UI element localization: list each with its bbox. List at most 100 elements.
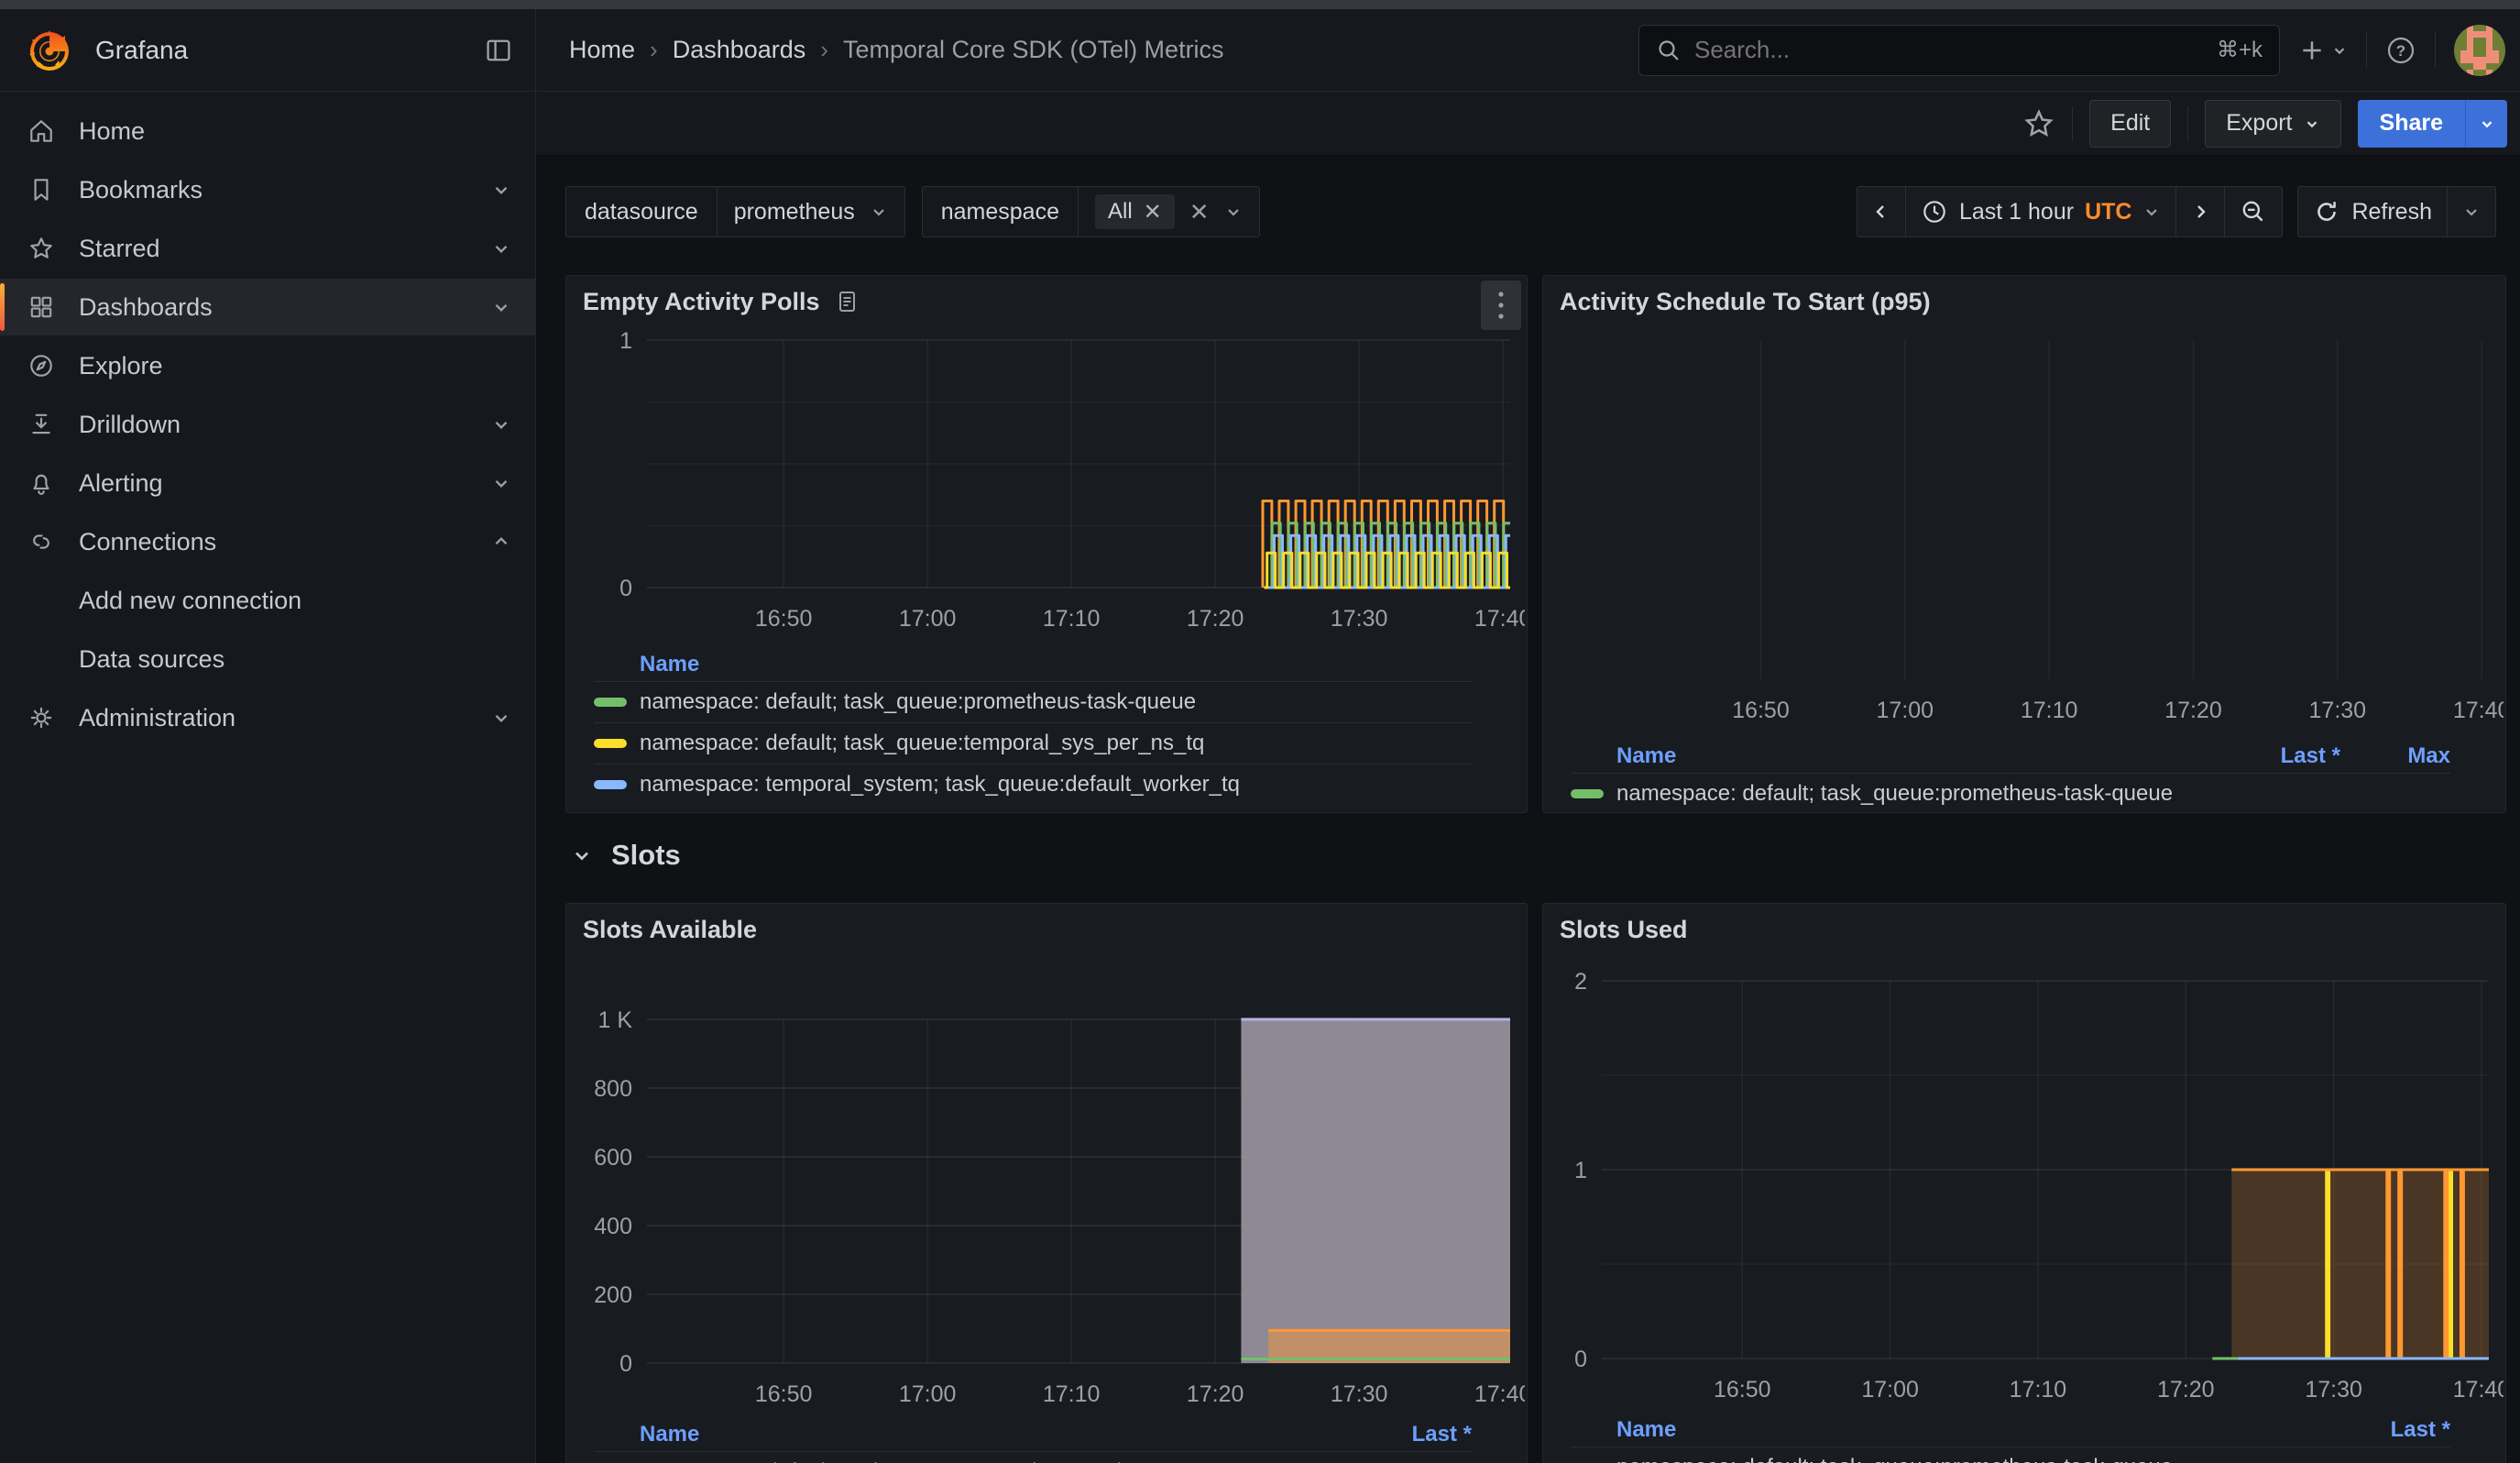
clear-all-icon[interactable]: ✕ <box>1189 198 1210 226</box>
chevron-down-icon[interactable] <box>491 708 511 728</box>
panel-legend: NameLast * namespace: default; task_queue… <box>566 1418 1527 1463</box>
svg-text:17:30: 17:30 <box>2305 1377 2362 1402</box>
sidebar-item-add-new-connection[interactable]: Add new connection <box>0 572 535 629</box>
kebab-menu-icon <box>1496 290 1506 321</box>
timeseries-chart[interactable]: 16:5017:0017:1017:2017:3017:40 <box>1543 327 2505 740</box>
help-icon[interactable]: ? <box>2385 35 2416 66</box>
grafana-logo[interactable] <box>24 25 75 76</box>
legend-col-name[interactable]: Name <box>640 1422 1362 1447</box>
sidebar-item-bookmarks[interactable]: Bookmarks <box>0 161 535 218</box>
legend-series-row[interactable]: namespace: default; task_queue:prometheu… <box>594 681 1472 722</box>
sidebar-item-label: Starred <box>79 235 160 263</box>
svg-text:1: 1 <box>1574 1158 1587 1183</box>
svg-text:400: 400 <box>594 1214 632 1239</box>
chevron-down-icon[interactable] <box>491 238 511 258</box>
legend-col[interactable]: Last * <box>2203 743 2340 769</box>
sidebar-item-data-sources[interactable]: Data sources <box>0 631 535 688</box>
legend-header: NameLast * <box>594 1418 1472 1451</box>
star-dashboard-icon[interactable] <box>2022 107 2055 140</box>
refresh-interval-caret[interactable] <box>2447 187 2495 236</box>
sidebar-item-label: Drilldown <box>79 411 181 439</box>
panel-description-icon[interactable] <box>835 289 860 314</box>
share-menu-caret[interactable] <box>2465 100 2507 148</box>
panel-legend: NameLast * namespace: default; task_queue… <box>1543 1414 2505 1463</box>
edit-button[interactable]: Edit <box>2089 100 2171 148</box>
svg-text:?: ? <box>2396 42 2405 60</box>
legend-col[interactable]: Last * <box>1362 1422 1472 1447</box>
chevron-down-icon[interactable] <box>491 297 511 317</box>
series-color-swatch <box>594 739 627 748</box>
add-new-button[interactable] <box>2298 37 2348 64</box>
chevron-down-icon[interactable] <box>491 414 511 434</box>
chevron-down-icon[interactable] <box>491 473 511 493</box>
panel-title[interactable]: Slots Used <box>1560 916 1688 944</box>
timeseries-chart[interactable]: 16:5017:0017:1017:2017:3017:400200400600… <box>566 955 1527 1418</box>
time-shift-forward-button[interactable] <box>2175 187 2224 236</box>
sidebar-item-dashboards[interactable]: Dashboards <box>0 279 535 336</box>
panel-menu-button[interactable] <box>1481 280 1521 330</box>
divider <box>2072 106 2073 141</box>
time-range-picker[interactable]: Last 1 hour UTC <box>1905 187 2175 236</box>
home-icon <box>27 117 55 145</box>
svg-text:16:50: 16:50 <box>755 1381 813 1407</box>
legend-series-row[interactable]: namespace: default; task_queue:prometheu… <box>1571 1446 2450 1463</box>
breadcrumb-separator: › <box>650 36 658 64</box>
datasource-variable: datasource prometheus <box>565 186 905 237</box>
user-avatar[interactable] <box>2454 25 2505 76</box>
chevron-up-icon[interactable] <box>491 532 511 552</box>
datasource-picker[interactable]: prometheus <box>717 187 904 236</box>
search-input[interactable]: ⌘+k <box>1638 25 2280 76</box>
export-button[interactable]: Export <box>2205 100 2340 148</box>
brand-name: Grafana <box>95 36 484 65</box>
legend-series-row[interactable]: namespace: default; task_queue:prometheu… <box>594 1451 1472 1463</box>
timeseries-chart[interactable]: 16:5017:0017:1017:2017:3017:4001 <box>566 327 1527 648</box>
chevron-down-icon[interactable] <box>491 180 511 200</box>
sidebar-item-administration[interactable]: Administration <box>0 689 535 746</box>
panel-slots-available: Slots Available 16:5017:0017:1017:2017:3… <box>565 903 1528 1463</box>
svg-text:17:30: 17:30 <box>1331 606 1388 632</box>
time-controls: Last 1 hour UTC Refresh <box>1857 186 2496 237</box>
legend-col-name[interactable]: Name <box>1616 743 2203 769</box>
series-label: namespace: default; task_queue:prometheu… <box>640 689 1472 715</box>
sidebar-item-alerting[interactable]: Alerting <box>0 455 535 512</box>
sidebar-toggle-icon[interactable] <box>484 36 513 65</box>
sidebar-item-explore[interactable]: Explore <box>0 337 535 394</box>
zoom-out-time-button[interactable] <box>2224 187 2282 236</box>
legend-col[interactable]: Max <box>2340 743 2450 769</box>
remove-chip-icon[interactable]: ✕ <box>1144 199 1162 226</box>
breadcrumb-dashboards[interactable]: Dashboards <box>673 36 806 64</box>
refresh-group: Refresh <box>2297 186 2496 237</box>
share-button[interactable]: Share <box>2358 100 2507 148</box>
breadcrumb-home[interactable]: Home <box>569 36 635 64</box>
svg-text:17:40: 17:40 <box>2453 1377 2504 1402</box>
svg-text:17:10: 17:10 <box>1043 1381 1101 1407</box>
namespace-label: namespace <box>923 199 1078 226</box>
search-field[interactable] <box>1694 36 2204 64</box>
zoom-out-icon <box>2240 198 2267 226</box>
legend-col-name[interactable]: Name <box>1616 1417 2340 1443</box>
refresh-button[interactable]: Refresh <box>2298 187 2447 236</box>
panel-title[interactable]: Empty Activity Polls <box>583 288 820 316</box>
namespace-picker[interactable]: All ✕ ✕ <box>1078 187 1259 236</box>
namespace-chip[interactable]: All ✕ <box>1095 194 1175 229</box>
panel-title[interactable]: Slots Available <box>583 916 757 944</box>
sidebar-item-label: Alerting <box>79 469 163 498</box>
svg-text:2: 2 <box>1574 969 1587 995</box>
sidebar-item-starred[interactable]: Starred <box>0 220 535 277</box>
legend-series-row[interactable]: namespace: default; task_queue:prometheu… <box>1571 773 2450 813</box>
sidebar-item-home[interactable]: Home <box>0 103 535 160</box>
legend-series-row[interactable]: namespace: default; task_queue:temporal_… <box>594 722 1472 764</box>
row-slots-toggle[interactable]: Slots <box>571 839 681 872</box>
panel-title[interactable]: Activity Schedule To Start (p95) <box>1560 288 1931 316</box>
svg-text:17:40: 17:40 <box>1474 1381 1525 1407</box>
legend-col-name[interactable]: Name <box>640 652 1472 677</box>
legend-col[interactable]: Last * <box>2340 1417 2450 1443</box>
series-label: namespace: default; task_queue:prometheu… <box>640 1459 1459 1463</box>
time-shift-back-button[interactable] <box>1857 187 1905 236</box>
timeseries-chart[interactable]: 16:5017:0017:1017:2017:3017:40012 <box>1543 955 2505 1414</box>
sidebar-item-label: Add new connection <box>79 587 301 615</box>
sidebar-item-connections[interactable]: Connections <box>0 513 535 570</box>
link-icon <box>27 528 55 556</box>
legend-series-row[interactable]: namespace: temporal_system; task_queue:d… <box>594 764 1472 805</box>
sidebar-item-drilldown[interactable]: Drilldown <box>0 396 535 453</box>
